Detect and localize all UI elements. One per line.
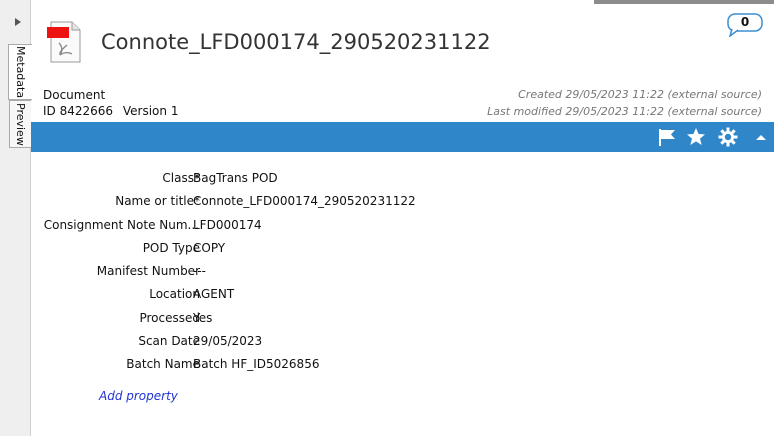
- property-value[interactable]: Batch HF_ID5026856: [193, 357, 319, 371]
- star-icon[interactable]: [686, 127, 706, 147]
- property-label: Processed: [139, 310, 200, 325]
- tab-preview-label: Preview: [14, 102, 27, 146]
- comments-button[interactable]: 0: [727, 13, 763, 37]
- property-value[interactable]: BagTrans POD: [193, 171, 278, 185]
- property-row-class[interactable]: Class* BagTrans POD: [31, 168, 774, 191]
- flag-icon[interactable]: [657, 127, 677, 147]
- property-row-location[interactable]: Location AGENT: [31, 284, 774, 307]
- gear-icon[interactable]: [718, 127, 738, 147]
- property-value[interactable]: ---: [193, 264, 206, 278]
- property-value[interactable]: 29/05/2023: [193, 334, 262, 348]
- property-row-pod-type[interactable]: POD Type COPY: [31, 238, 774, 261]
- property-label: Name or title*: [115, 194, 200, 209]
- modified-timestamp: Last modified 29/05/2023 11:22 (external…: [487, 105, 762, 118]
- document-title: Connote_LFD000174_290520231122: [101, 30, 491, 54]
- property-label: Batch Name: [126, 357, 200, 372]
- top-strip: [594, 0, 774, 4]
- pdf-file-icon: [47, 21, 83, 63]
- document-id: ID 8422666: [43, 104, 114, 118]
- metadata-toolbar: [31, 122, 774, 152]
- property-value[interactable]: AGENT: [193, 287, 234, 301]
- property-value[interactable]: LFD000174: [193, 218, 262, 232]
- created-timestamp: Created 29/05/2023 11:22 (external sourc…: [518, 88, 762, 101]
- property-row-consignment-note[interactable]: Consignment Note Num... LFD000174: [31, 215, 774, 238]
- add-property-link[interactable]: Add property: [99, 389, 178, 403]
- document-id-line: ID 8422666 Version 1: [43, 104, 184, 118]
- comment-count: 0: [740, 15, 750, 29]
- document-type: Document: [43, 88, 106, 102]
- property-label: Scan Date: [138, 334, 200, 349]
- property-row-manifest-number[interactable]: Manifest Number ---: [31, 261, 774, 284]
- property-value[interactable]: Yes: [193, 311, 212, 325]
- property-label: POD Type: [142, 240, 200, 255]
- property-label: Consignment Note Num...: [43, 217, 199, 232]
- property-value[interactable]: Connote_LFD000174_290520231122: [193, 194, 416, 208]
- property-value[interactable]: COPY: [193, 241, 225, 255]
- tab-metadata[interactable]: Metadata: [8, 44, 32, 100]
- property-row-name[interactable]: Name or title* Connote_LFD000174_2905202…: [31, 191, 774, 214]
- property-row-scan-date[interactable]: Scan Date 29/05/2023: [31, 331, 774, 354]
- tab-preview[interactable]: Preview: [9, 100, 31, 148]
- property-row-processed[interactable]: Processed Yes: [31, 308, 774, 331]
- property-label: Manifest Number: [96, 264, 200, 279]
- tab-metadata-label: Metadata: [14, 45, 27, 99]
- collapse-up-icon[interactable]: [751, 127, 771, 147]
- expand-arrow-icon[interactable]: [15, 18, 21, 26]
- properties-list: Class* BagTrans POD Name or title* Conno…: [31, 168, 774, 378]
- document-version: Version 1: [122, 104, 179, 118]
- side-panel: Metadata Preview: [0, 0, 32, 436]
- property-row-batch-name[interactable]: Batch Name Batch HF_ID5026856: [31, 354, 774, 377]
